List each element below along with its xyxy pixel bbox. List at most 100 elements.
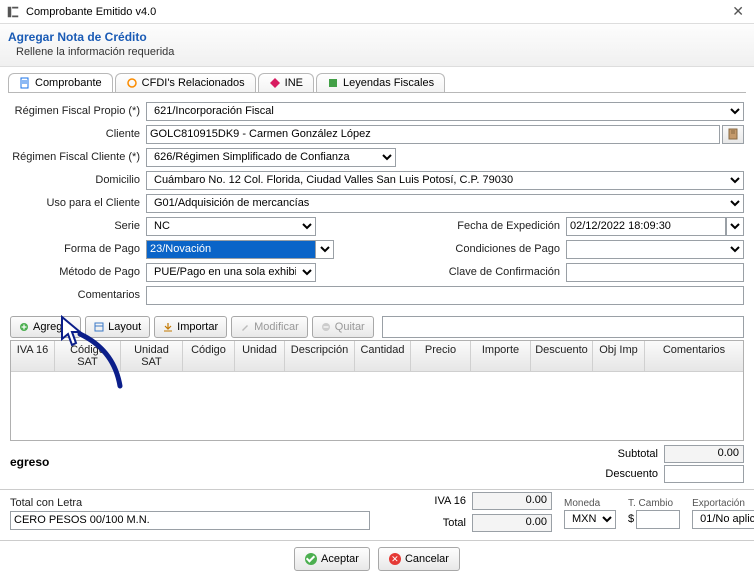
tab-label: CFDI's Relacionados — [142, 77, 245, 89]
col-codigo[interactable]: Código — [183, 341, 235, 371]
col-descuento[interactable]: Descuento — [531, 341, 593, 371]
label-metodo-pago: Método de Pago — [10, 266, 146, 278]
label-regimen-propio: Régimen Fiscal Propio (*) — [10, 105, 146, 117]
label-tcambio: T. Cambio — [628, 498, 673, 509]
label-total: Total — [382, 517, 472, 529]
label-clave-conf: Clave de Confirmación — [316, 266, 566, 278]
fecha-expedicion-input[interactable] — [566, 217, 726, 236]
layout-icon — [94, 322, 104, 332]
header-title: Agregar Nota de Crédito — [8, 30, 746, 44]
toolbar-search-input[interactable] — [382, 316, 744, 338]
tab-cfdi[interactable]: CFDI's Relacionados — [115, 73, 256, 92]
total-letra-input[interactable] — [10, 511, 370, 530]
condiciones-pago-select[interactable] — [566, 240, 744, 259]
col-codigosat[interactable]: Código SAT — [55, 341, 121, 371]
agregar-button[interactable]: Agregar — [10, 316, 81, 338]
label-cliente: Cliente — [10, 128, 146, 140]
quitar-button[interactable]: Quitar — [312, 316, 374, 338]
window-title: Comprobante Emitido v4.0 — [26, 6, 728, 18]
iva16-value: 0.00 — [472, 492, 552, 510]
importar-button[interactable]: Importar — [154, 316, 227, 338]
domicilio-select[interactable]: Cuámbaro No. 12 Col. Florida, Ciudad Val… — [146, 171, 744, 190]
col-unidad[interactable]: Unidad — [235, 341, 285, 371]
exportacion-select[interactable]: 01/No aplica — [692, 510, 754, 529]
tab-ine[interactable]: INE — [258, 73, 314, 92]
col-precio[interactable]: Precio — [411, 341, 471, 371]
header-subtitle: Rellene la información requerida — [16, 46, 746, 58]
regimen-cliente-select[interactable]: 626/Régimen Simplificado de Confianza — [146, 148, 396, 167]
address-book-icon — [727, 128, 739, 140]
label-fecha-expedicion: Fecha de Expedición — [316, 220, 566, 232]
label-descuento: Descuento — [574, 468, 664, 480]
label-condiciones: Condiciones de Pago — [334, 243, 566, 255]
aceptar-button[interactable]: Aceptar — [294, 547, 370, 571]
header: Agregar Nota de Crédito Rellene la infor… — [0, 24, 754, 67]
total-value: 0.00 — [472, 514, 552, 532]
metodo-pago-select[interactable]: PUE/Pago en una sola exhibición — [146, 263, 316, 282]
comentarios-input[interactable] — [146, 286, 744, 305]
forma-pago-dropdown[interactable] — [316, 240, 334, 259]
uso-cliente-select[interactable]: G01/Adquisición de mercancías — [146, 194, 744, 213]
tab-label: INE — [285, 77, 303, 89]
link-icon — [126, 77, 138, 89]
import-icon — [163, 322, 173, 332]
modificar-button[interactable]: Modificar — [231, 316, 308, 338]
diamond-icon — [269, 77, 281, 89]
egreso-label: egreso — [10, 455, 456, 469]
label-domicilio: Domicilio — [10, 174, 146, 186]
x-icon: ✕ — [389, 553, 401, 565]
totals-bar: Total con Letra IVA 160.00 Total0.00 Mon… — [0, 489, 754, 540]
close-icon[interactable]: ✕ — [728, 3, 748, 20]
items-toolbar: Agregar Layout Importar Modificar Quitar — [0, 312, 754, 338]
clave-confirmacion-input[interactable] — [566, 263, 744, 282]
col-descripcion[interactable]: Descripción — [285, 341, 355, 371]
label-regimen-cliente: Régimen Fiscal Cliente (*) — [10, 151, 146, 163]
summary-area: egreso Subtotal 0.00 Descuento — [0, 441, 754, 485]
app-icon — [6, 5, 20, 19]
serie-select[interactable]: NC — [146, 217, 316, 236]
col-comentarios[interactable]: Comentarios — [645, 341, 743, 371]
label-uso: Uso para el Cliente — [10, 197, 146, 209]
document-icon — [19, 77, 31, 89]
cliente-browse-button[interactable] — [722, 125, 744, 144]
tab-label: Comprobante — [35, 77, 102, 89]
grid-header: IVA 16 Código SAT Unidad SAT Código Unid… — [11, 341, 743, 372]
tcambio-prefix: $ — [628, 513, 634, 525]
total-letra-label: Total con Letra — [10, 497, 370, 509]
layout-button[interactable]: Layout — [85, 316, 150, 338]
label-forma-pago: Forma de Pago — [10, 243, 146, 255]
grid-body[interactable] — [11, 372, 743, 440]
col-cantidad[interactable]: Cantidad — [355, 341, 411, 371]
col-iva16[interactable]: IVA 16 — [11, 341, 55, 371]
col-unidadsat[interactable]: Unidad SAT — [121, 341, 183, 371]
tab-leyendas[interactable]: Leyendas Fiscales — [316, 73, 445, 92]
descuento-input[interactable] — [664, 465, 744, 483]
label-exportacion: Exportación — [692, 498, 745, 509]
moneda-select[interactable]: MXN — [564, 510, 616, 529]
titlebar: Comprobante Emitido v4.0 ✕ — [0, 0, 754, 24]
label-moneda: Moneda — [564, 498, 600, 509]
form-panel: Régimen Fiscal Propio (*) 621/Incorporac… — [0, 93, 754, 312]
fecha-expedicion-dropdown[interactable] — [726, 217, 744, 236]
regimen-propio-select[interactable]: 621/Incorporación Fiscal — [146, 102, 744, 121]
subtotal-value: 0.00 — [664, 445, 744, 463]
label-comentarios: Comentarios — [10, 289, 146, 301]
label-subtotal: Subtotal — [574, 448, 664, 460]
plus-icon — [19, 322, 29, 332]
tab-comprobante[interactable]: Comprobante — [8, 73, 113, 92]
cancelar-button[interactable]: ✕ Cancelar — [378, 547, 460, 571]
edit-icon — [240, 322, 250, 332]
label-serie: Serie — [10, 220, 146, 232]
tcambio-input[interactable] — [636, 510, 680, 529]
check-icon — [305, 553, 317, 565]
forma-pago-select[interactable]: 23/Novación — [146, 240, 316, 259]
items-grid: IVA 16 Código SAT Unidad SAT Código Unid… — [10, 340, 744, 441]
minus-icon — [321, 322, 331, 332]
dialog-buttons: Aceptar ✕ Cancelar — [0, 540, 754, 577]
tab-label: Leyendas Fiscales — [343, 77, 434, 89]
col-objimp[interactable]: Obj Imp — [593, 341, 645, 371]
col-importe[interactable]: Importe — [471, 341, 531, 371]
tab-bar: Comprobante CFDI's Relacionados INE Leye… — [0, 67, 754, 92]
cliente-input[interactable] — [146, 125, 720, 144]
book-icon — [327, 77, 339, 89]
